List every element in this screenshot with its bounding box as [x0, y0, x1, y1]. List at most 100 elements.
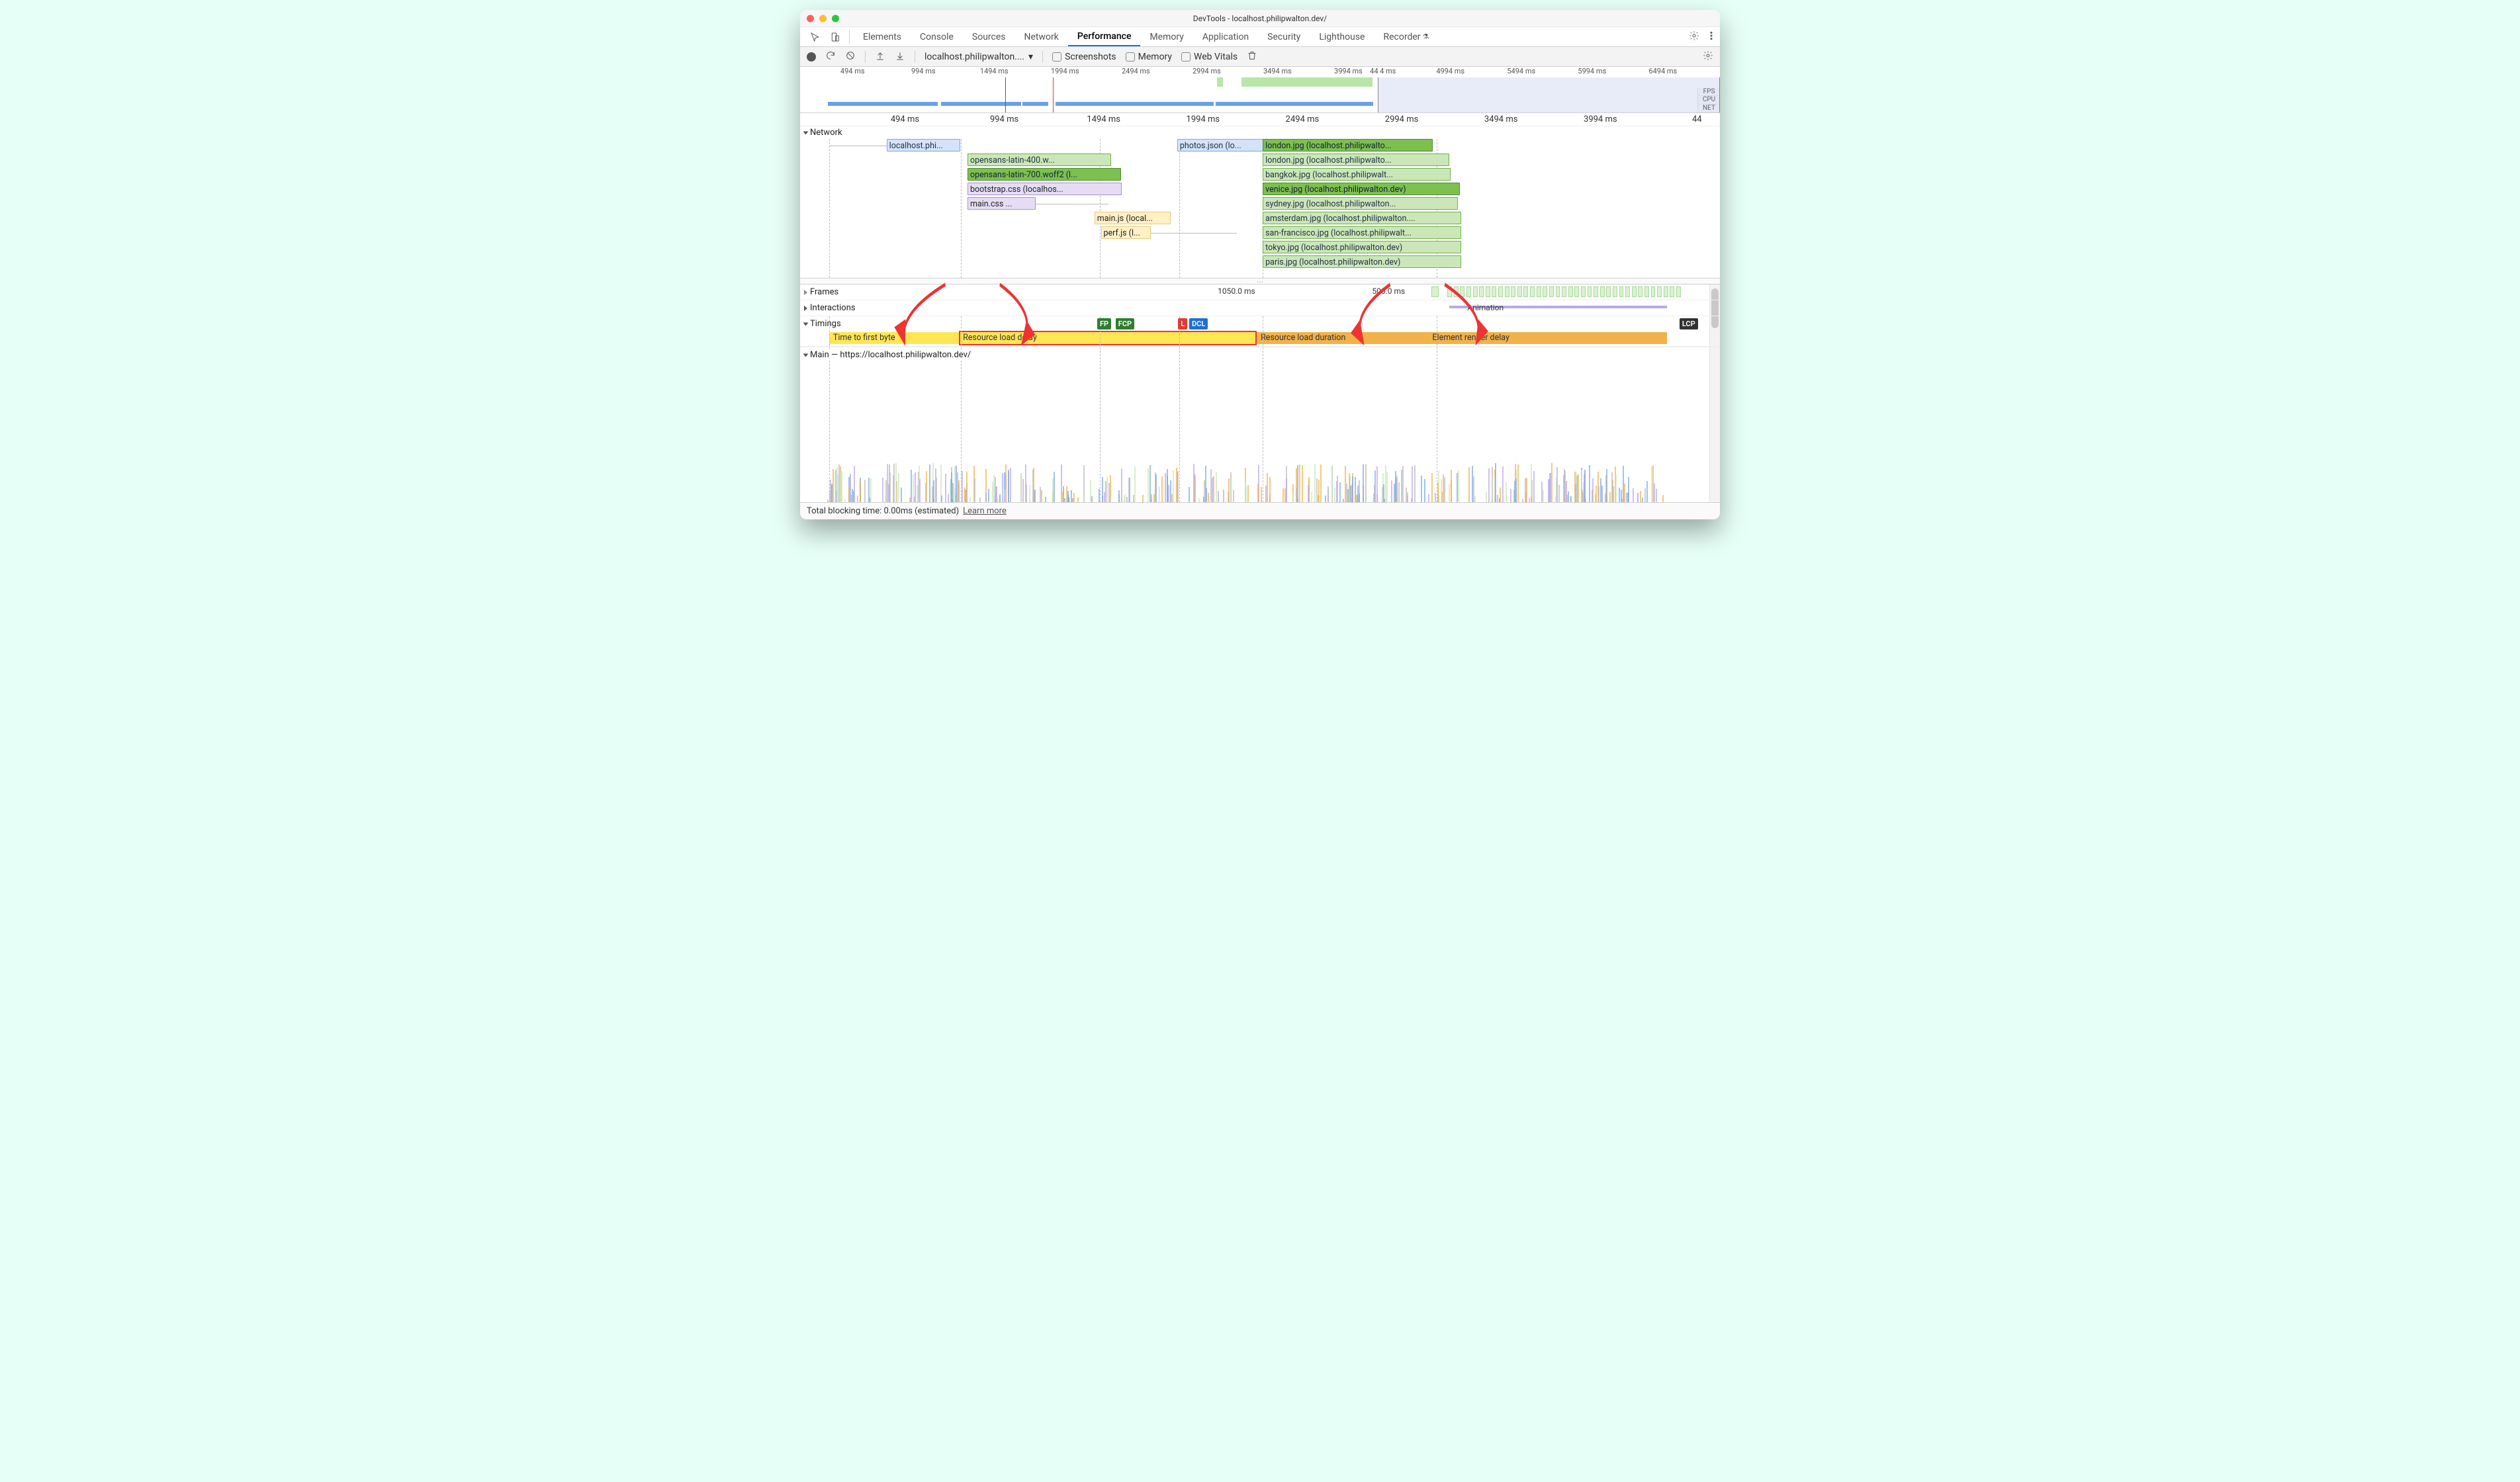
upload-icon[interactable]: [875, 50, 885, 64]
network-request[interactable]: tokyo.jpg (localhost.philipwalton.dev): [1263, 241, 1461, 253]
tab-memory[interactable]: Memory: [1140, 27, 1192, 46]
timing-badge-fcp[interactable]: FCP: [1116, 318, 1134, 329]
blocking-time-label: Total blocking time: 0.00ms (estimated): [807, 506, 959, 516]
tab-console[interactable]: Console: [911, 27, 963, 46]
panel-settings-icon[interactable]: [1703, 50, 1713, 64]
overview-tick: 1994 ms: [1051, 67, 1079, 75]
timing-badge-lcp[interactable]: LCP: [1680, 318, 1698, 329]
network-request[interactable]: bangkok.jpg (localhost.philipwalt...: [1263, 168, 1451, 181]
tab-recorder[interactable]: Recorder⚗: [1374, 27, 1438, 46]
animation-label: Animation: [1467, 303, 1504, 312]
network-request[interactable]: main.css ...: [968, 197, 1036, 210]
disclosure-icon: [804, 306, 807, 311]
learn-more-link[interactable]: Learn more: [963, 506, 1007, 516]
disclosure-icon: [803, 322, 809, 326]
network-request[interactable]: opensans-latin-400.w...: [968, 153, 1111, 166]
ruler-tick: 994 ms: [990, 114, 1018, 124]
zoom-icon[interactable]: [832, 15, 839, 22]
ruler-tick: 2494 ms: [1286, 114, 1320, 124]
flame-chart-area[interactable]: Frames 1050.0 ms500.0 ms Interactions An…: [800, 284, 1720, 502]
tab-performance[interactable]: Performance: [1068, 27, 1141, 46]
network-waterfall[interactable]: localhost.phi... opensans-latin-400.w... o…: [800, 139, 1720, 278]
more-icon[interactable]: [1703, 27, 1720, 44]
overview-tick: 4994 ms: [1436, 67, 1464, 75]
ruler-tick: 494 ms: [891, 114, 919, 124]
overview-tick: 3494 ms: [1263, 67, 1292, 75]
overview-tick: 44: [1370, 67, 1378, 75]
main-thread-row[interactable]: Main — https://localhost.philipwalton.de…: [800, 347, 1720, 502]
network-request[interactable]: photos.json (lo...: [1177, 139, 1265, 152]
memory-checkbox[interactable]: Memory: [1126, 52, 1172, 62]
overview-tick: 6494 ms: [1648, 67, 1677, 75]
interactions-row[interactable]: Interactions Animation: [800, 300, 1720, 316]
overview-tick: 3994 ms: [1334, 67, 1363, 75]
record-icon[interactable]: [807, 52, 816, 62]
ruler-tick: 44: [1692, 114, 1702, 124]
lcp-segment[interactable]: Time to first byte: [829, 332, 959, 344]
network-section-header[interactable]: Network: [800, 126, 1720, 139]
frame-duration-label: 500.0 ms: [1372, 286, 1405, 296]
overview-tick: 2994 ms: [1192, 67, 1221, 75]
disclosure-icon: [804, 290, 807, 295]
ruler-tick: 3494 ms: [1484, 114, 1518, 124]
network-request[interactable]: localhost.phi...: [887, 139, 960, 152]
recording-select[interactable]: localhost.philipwalton.... ▾: [924, 52, 1033, 62]
network-request[interactable]: opensans-latin-700.woff2 (l...: [968, 168, 1121, 181]
timing-badge-dcl[interactable]: DCL: [1189, 318, 1208, 329]
screenshots-checkbox[interactable]: Screenshots: [1052, 52, 1116, 62]
network-request[interactable]: main.js (local...: [1095, 212, 1171, 224]
overview-tick: 5994 ms: [1578, 67, 1606, 75]
network-request[interactable]: sydney.jpg (localhost.philipwalton...: [1263, 197, 1458, 210]
network-request[interactable]: venice.jpg (localhost.philipwalton.dev): [1263, 183, 1459, 195]
window-title: DevTools - localhost.philipwalton.dev/: [1193, 14, 1327, 23]
chevron-down-icon: ▾: [1028, 52, 1033, 62]
clear-icon[interactable]: [845, 50, 856, 64]
ruler-tick: 1994 ms: [1187, 114, 1220, 124]
device-mode-icon[interactable]: [825, 27, 845, 46]
lcp-segment[interactable]: Resource load duration: [1257, 332, 1428, 344]
perf-toolbar: localhost.philipwalton.... ▾ Screenshots…: [800, 47, 1720, 67]
inspect-icon[interactable]: [805, 27, 825, 46]
lcp-segment[interactable]: Resource load delay: [959, 332, 1257, 344]
tab-elements[interactable]: Elements: [854, 27, 911, 46]
tab-lighthouse[interactable]: Lighthouse: [1310, 27, 1374, 46]
tab-application[interactable]: Application: [1193, 27, 1258, 46]
timings-row[interactable]: Timings Time to first byteResource load …: [800, 316, 1720, 347]
disclosure-icon: [803, 131, 809, 134]
network-request[interactable]: bootstrap.css (localhos...: [968, 183, 1122, 195]
timeline-ruler[interactable]: 494 ms994 ms1494 ms1994 ms2494 ms2994 ms…: [800, 113, 1720, 126]
reload-icon[interactable]: [825, 50, 836, 64]
tab-sources[interactable]: Sources: [963, 27, 1015, 46]
tab-security[interactable]: Security: [1258, 27, 1310, 46]
timing-badge-fp[interactable]: FP: [1097, 318, 1111, 329]
panel-tabs: ElementsConsoleSourcesNetworkPerformance…: [800, 27, 1720, 47]
network-request[interactable]: san-francisco.jpg (localhost.philipwalt.…: [1263, 226, 1461, 239]
overview-tick: 994 ms: [911, 67, 936, 75]
devtools-window: DevTools - localhost.philipwalton.dev/ E…: [800, 10, 1720, 519]
overview-tick: 1494 ms: [980, 67, 1009, 75]
splitter[interactable]: ⋯: [800, 278, 1720, 284]
webvitals-checkbox[interactable]: Web Vitals: [1181, 52, 1238, 62]
network-request[interactable]: paris.jpg (localhost.philipwalton.dev): [1263, 255, 1461, 268]
close-icon[interactable]: [807, 15, 814, 22]
frame-duration-label: 1050.0 ms: [1218, 286, 1255, 296]
overview-ruler[interactable]: 494 ms994 ms1494 ms1994 ms2494 ms2994 ms…: [800, 67, 1720, 113]
network-request[interactable]: london.jpg (localhost.philipwalto...: [1263, 153, 1449, 166]
trash-icon[interactable]: [1247, 50, 1257, 64]
settings-icon[interactable]: [1686, 27, 1703, 44]
lcp-segment[interactable]: Element render delay: [1428, 332, 1667, 344]
overview-tick: 2494 ms: [1122, 67, 1150, 75]
network-request[interactable]: perf.js (l...: [1101, 226, 1151, 239]
minimize-icon[interactable]: [819, 15, 827, 22]
overview-tick: 4 ms: [1380, 67, 1396, 75]
timing-badge-l[interactable]: L: [1178, 318, 1187, 329]
status-bar: Total blocking time: 0.00ms (estimated) …: [800, 502, 1720, 519]
ruler-tick: 1494 ms: [1087, 114, 1120, 124]
main-label: Main — https://localhost.philipwalton.de…: [810, 350, 971, 360]
network-request[interactable]: london.jpg (localhost.philipwalto...: [1263, 139, 1433, 152]
download-icon[interactable]: [895, 50, 905, 64]
tab-network[interactable]: Network: [1015, 27, 1068, 46]
window-controls[interactable]: [807, 15, 839, 22]
frames-row[interactable]: Frames 1050.0 ms500.0 ms: [800, 284, 1720, 300]
network-request[interactable]: amsterdam.jpg (localhost.philipwalton...…: [1263, 212, 1461, 224]
